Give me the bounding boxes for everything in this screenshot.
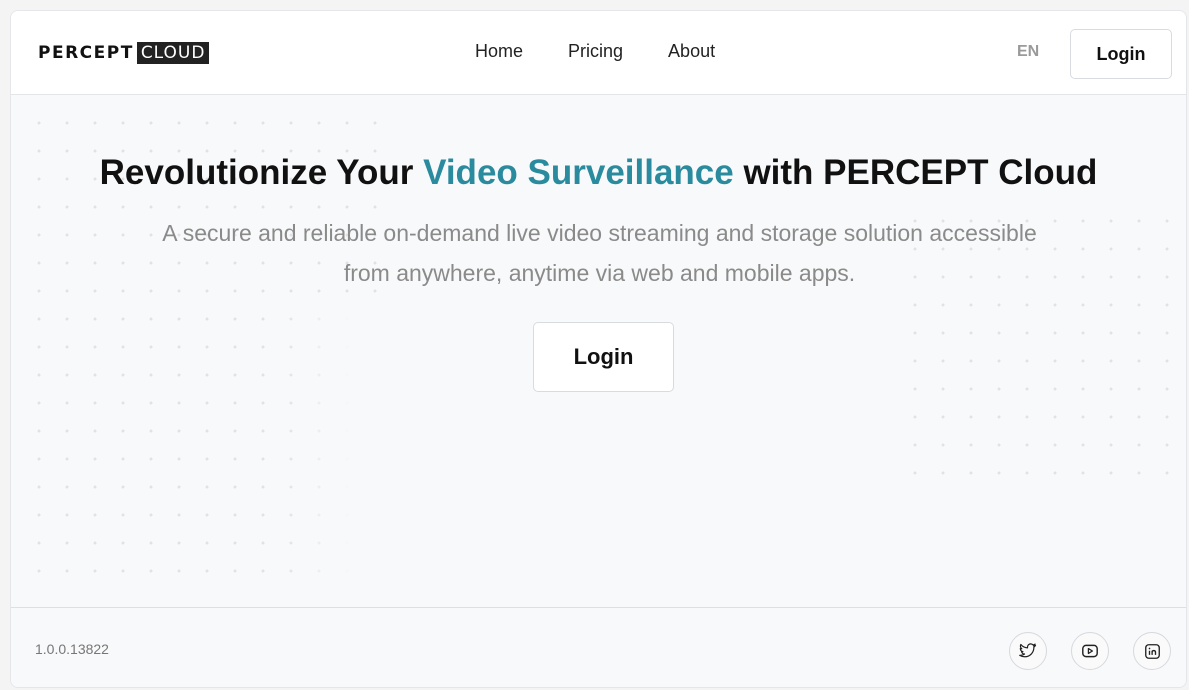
nav-about[interactable]: About [668, 41, 715, 62]
language-selector[interactable]: EN [1017, 43, 1039, 61]
header-login-button[interactable]: Login [1070, 29, 1172, 79]
youtube-link[interactable] [1071, 632, 1109, 670]
version-label: 1.0.0.13822 [35, 641, 109, 657]
hero-title-start: Revolutionize Your [99, 153, 424, 192]
linkedin-link[interactable] [1133, 632, 1171, 670]
hero-login-button[interactable]: Login [533, 322, 674, 392]
nav-pricing[interactable]: Pricing [568, 41, 623, 62]
top-header: PERCEPT CLOUD Home Pricing About EN Login [11, 11, 1186, 95]
main-nav: Home Pricing About [475, 41, 715, 62]
logo-word: PERCEPT [38, 43, 134, 63]
linkedin-icon [1144, 643, 1160, 659]
page-footer: 1.0.0.13822 [11, 607, 1186, 687]
youtube-icon [1082, 644, 1098, 658]
percept-cloud-logo[interactable]: PERCEPT CLOUD [38, 42, 210, 64]
hero-title-end: with PERCEPT Cloud [733, 153, 1098, 192]
app-window: PERCEPT CLOUD Home Pricing About EN Login… [10, 10, 1187, 688]
hero-title: Revolutionize Your Video Surveillance wi… [11, 153, 1186, 193]
twitter-icon [1019, 643, 1037, 658]
dot-pattern-fade [281, 311, 401, 581]
hero-title-accent: Video Surveillance [423, 153, 734, 192]
nav-home[interactable]: Home [475, 41, 523, 62]
hero-subtitle: A secure and reliable on-demand live vid… [162, 220, 1037, 286]
twitter-link[interactable] [1009, 632, 1047, 670]
logo-box: CLOUD [136, 42, 210, 64]
